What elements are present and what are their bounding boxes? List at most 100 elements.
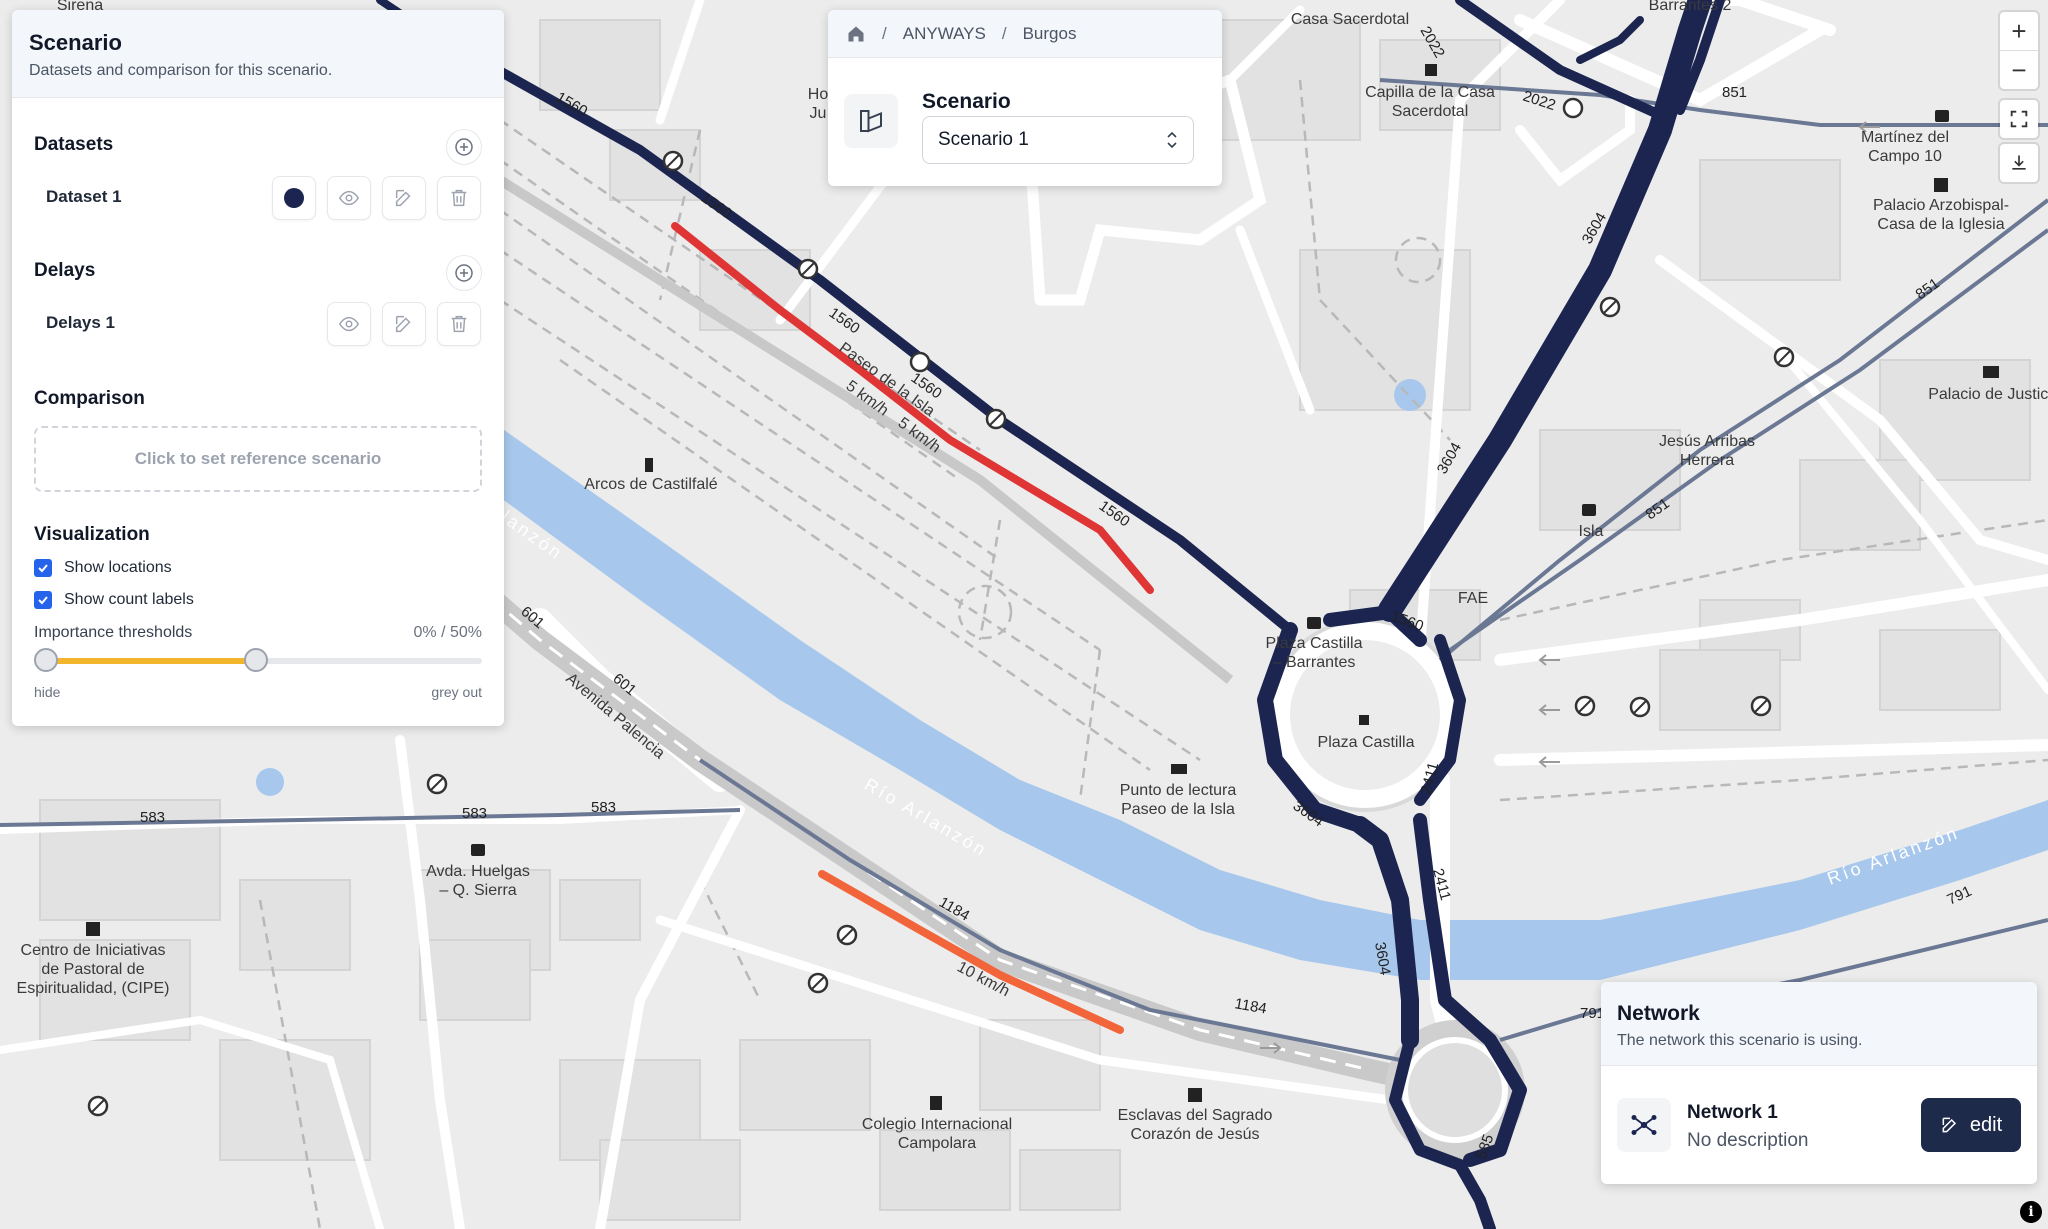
importance-thresholds-value: 0% / 50% [413,624,482,641]
network-name: Network 1 [1687,1102,1778,1123]
checkbox-checked-icon [34,591,52,609]
scenario-icon [844,94,898,148]
threshold-slider-high-handle[interactable] [244,648,268,672]
show-count-labels-checkbox[interactable]: Show count labels [34,588,194,612]
scenario-selector-title: Scenario [922,90,1011,113]
svg-text:Campo 10: Campo 10 [1868,148,1942,165]
network-description: No description [1687,1130,1809,1151]
svg-text:Barrantes 2: Barrantes 2 [1649,0,1732,14]
svg-text:Herrera: Herrera [1680,452,1734,469]
svg-text:Centro de Iniciativas: Centro de Iniciativas [21,942,166,959]
svg-text:583: 583 [591,799,616,816]
svg-text:Colegio Internacional: Colegio Internacional [862,1116,1012,1133]
svg-text:Plaza Castilla: Plaza Castilla [1266,635,1363,652]
breadcrumb-item-organization[interactable]: ANYWAYS [903,24,986,44]
threshold-max-label: grey out [431,684,482,700]
svg-text:Arcos de Castilfalé: Arcos de Castilfalé [584,476,717,493]
svg-text:Corazón de Jesús: Corazón de Jesús [1131,1126,1260,1143]
visualization-title: Visualization [34,524,150,545]
scenario-selector-panel: / ANYWAYS / Burgos Scenario Scenario 1 [828,10,1222,186]
svg-text:Paseo de la Isla: Paseo de la Isla [1121,801,1235,818]
dataset-color-button[interactable] [272,176,316,220]
importance-thresholds-label: Importance thresholds [34,624,193,641]
dataset-visibility-button[interactable] [327,176,371,220]
pencil-icon [395,315,411,333]
svg-text:FAE: FAE [1458,590,1488,607]
svg-text:Martínez del: Martínez del [1861,129,1949,146]
chevron-up-down-icon [1167,131,1177,149]
breadcrumb-item-project[interactable]: Burgos [1023,24,1077,44]
zoom-in-button[interactable]: + [2000,12,2038,51]
svg-text:Palacio de Justici: Palacio de Justici [1928,386,2048,403]
eye-icon [338,316,360,332]
svg-text:de Pastoral de: de Pastoral de [41,961,144,978]
network-nodes-icon [1631,1115,1657,1135]
fullscreen-control [2000,100,2038,138]
fullscreen-icon [2010,110,2028,128]
comparison-title: Comparison [34,388,145,409]
delays-visibility-button[interactable] [327,302,371,346]
svg-text:Ju: Ju [810,105,827,122]
delays-edit-button[interactable] [382,302,426,346]
svg-text:Casa de la Iglesia: Casa de la Iglesia [1877,216,2004,233]
network-panel: Network The network this scenario is usi… [1601,982,2037,1184]
threshold-slider-low-handle[interactable] [34,648,58,672]
fullscreen-button[interactable] [2000,100,2038,138]
plus-circle-icon [455,138,473,156]
map-fold-icon [860,110,882,133]
add-dataset-button[interactable] [446,129,482,165]
delays-delete-button[interactable] [437,302,481,346]
edit-network-button[interactable]: edit [1921,1098,2021,1152]
scenario-panel-header: Scenario Datasets and comparison for thi… [12,10,504,98]
svg-text:Casa Sacerdotal: Casa Sacerdotal [1291,11,1409,28]
svg-text:Jesús Arribas: Jesús Arribas [1659,433,1755,450]
dataset-delete-button[interactable] [437,176,481,220]
svg-text:Plaza Castilla: Plaza Castilla [1318,734,1415,751]
dataset-label: Dataset 1 [46,187,122,206]
breadcrumb-separator: / [882,23,887,43]
breadcrumb: / ANYWAYS / Burgos [828,10,1222,58]
threshold-min-label: hide [34,684,61,700]
dataset-edit-button[interactable] [382,176,426,220]
svg-text:Avda. Huelgas: Avda. Huelgas [426,863,530,880]
svg-text:851: 851 [1722,84,1747,101]
pencil-icon [395,189,411,207]
threshold-slider-track[interactable] [34,648,482,672]
home-icon[interactable] [846,24,866,44]
scenario-select-value: Scenario 1 [938,129,1029,150]
svg-text:Sacerdotal: Sacerdotal [1392,103,1469,120]
attribution-info-button[interactable]: i [2020,1201,2042,1223]
scenario-panel: Scenario Datasets and comparison for thi… [12,10,504,726]
datasets-title: Datasets [34,134,114,155]
add-delays-button[interactable] [446,255,482,291]
scenario-panel-subtitle: Datasets and comparison for this scenari… [29,62,333,79]
download-control [2000,144,2038,182]
plus-circle-icon [455,264,473,282]
trash-icon [451,315,467,333]
show-locations-checkbox[interactable]: Show locations [34,556,172,580]
download-icon [2012,155,2026,170]
svg-text:Esclavas del Sagrado: Esclavas del Sagrado [1118,1107,1273,1124]
network-panel-subtitle: The network this scenario is using. [1617,1032,1863,1049]
zoom-controls: + − [2000,12,2038,89]
scenario-select[interactable]: Scenario 1 [922,116,1194,164]
edit-network-label: edit [1969,1113,2003,1136]
dataset-color-swatch [284,188,304,208]
svg-text:Punto de lectura: Punto de lectura [1120,782,1237,799]
download-button[interactable] [2000,144,2038,182]
breadcrumb-separator: / [1001,23,1007,43]
svg-text:Espiritualidad, (CIPE): Espiritualidad, (CIPE) [17,980,170,997]
delays-label: Delays 1 [46,313,115,332]
pencil-icon [1942,1117,1956,1133]
delays-row: Delays 1 [34,298,482,348]
svg-text:583: 583 [140,809,165,826]
svg-text:Ho: Ho [808,86,829,103]
show-locations-label: Show locations [64,559,172,576]
delays-title: Delays [34,260,96,281]
scenario-panel-title: Scenario [29,30,122,55]
svg-text:– Q. Sierra: – Q. Sierra [439,882,516,899]
zoom-out-button[interactable]: − [2000,51,2038,89]
svg-text:Campolara: Campolara [898,1135,976,1152]
trash-icon [451,189,467,207]
set-reference-scenario-button[interactable]: Click to set reference scenario [34,426,482,492]
